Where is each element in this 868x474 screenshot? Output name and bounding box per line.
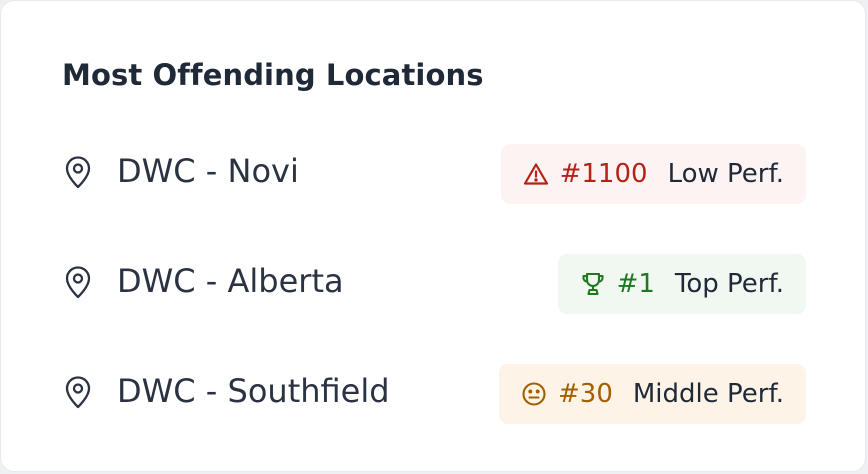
location-name: DWC - Novi	[117, 152, 299, 190]
rank-value: #1100	[559, 159, 648, 189]
map-pin-icon	[62, 154, 94, 190]
performance-badge-top: #1 Top Perf.	[557, 254, 806, 314]
performance-label: Low Perf.	[667, 159, 784, 189]
trophy-icon	[580, 271, 606, 297]
map-pin-icon	[62, 264, 94, 300]
location-row-alberta[interactable]: DWC - Alberta #1 Top Perf.	[62, 254, 806, 314]
map-pin-icon	[62, 374, 94, 410]
rank-value: #1	[616, 269, 655, 299]
most-offending-locations-card: Most Offending Locations DWC - Novi #110…	[0, 0, 866, 472]
location-row-southfield[interactable]: DWC - Southfield #30 Middle Perf.	[62, 364, 806, 424]
performance-badge-middle: #30 Middle Perf.	[499, 364, 806, 424]
rank-value: #30	[558, 379, 613, 409]
location-name: DWC - Southfield	[117, 372, 390, 410]
neutral-face-icon	[521, 381, 547, 407]
performance-badge-low: #1100 Low Perf.	[500, 144, 806, 204]
performance-label: Middle Perf.	[632, 379, 784, 409]
performance-label: Top Perf.	[674, 269, 784, 299]
location-row-novi[interactable]: DWC - Novi #1100 Low Perf.	[62, 144, 806, 204]
location-name: DWC - Alberta	[117, 262, 344, 300]
card-title: Most Offending Locations	[62, 58, 484, 92]
warning-triangle-icon	[523, 161, 549, 187]
